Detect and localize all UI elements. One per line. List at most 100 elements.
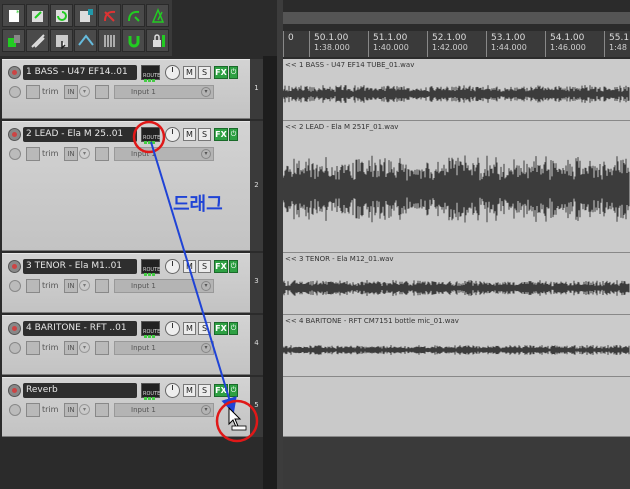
- play-icon[interactable]: [95, 279, 109, 293]
- volume-knob[interactable]: [165, 65, 180, 80]
- monitor-button[interactable]: [9, 404, 21, 416]
- track-name[interactable]: 2 LEAD - Ela M 25..01: [23, 127, 137, 142]
- timeline-ruler[interactable]: 0 50.1.00 1:38.000 51.1.00 1:40.000 52.1.0…: [283, 31, 630, 57]
- media-item[interactable]: << 3 TENOR - Ela M12_01.wav: [283, 253, 630, 314]
- solo-button[interactable]: S: [198, 260, 211, 273]
- grid-icon[interactable]: [50, 29, 73, 52]
- open-project-icon[interactable]: [26, 4, 49, 27]
- input-select[interactable]: Input 1 ▾: [114, 403, 214, 417]
- input-select[interactable]: Input 1 ▾: [114, 147, 214, 161]
- redo-icon[interactable]: [122, 4, 145, 27]
- fx-button[interactable]: FX: [214, 260, 228, 273]
- undo-icon[interactable]: [98, 4, 121, 27]
- media-item[interactable]: << 2 LEAD - Ela M 251F_01.wav: [283, 121, 630, 252]
- solo-button[interactable]: S: [198, 384, 211, 397]
- empty-arrange-area[interactable]: [283, 437, 630, 489]
- trim-label[interactable]: trim: [42, 342, 58, 354]
- envelope-icon[interactable]: [26, 403, 40, 417]
- mute-button[interactable]: M: [183, 260, 196, 273]
- track-name[interactable]: 3 TENOR - Ela M1..01: [23, 259, 137, 274]
- mute-button[interactable]: M: [183, 384, 196, 397]
- envelope-icon[interactable]: [26, 341, 40, 355]
- fx-bypass-icon[interactable]: ⏻: [229, 66, 238, 79]
- input-select[interactable]: Input 1 ▾: [114, 85, 214, 99]
- track-panel[interactable]: 2 LEAD - Ela M 25..01 ROUTE M S FX ⏻ tri…: [2, 121, 250, 251]
- route-button[interactable]: ROUTE: [141, 65, 160, 82]
- record-arm-button[interactable]: [8, 384, 21, 397]
- arrange-view[interactable]: 0 50.1.00 1:38.000 51.1.00 1:40.000 52.1.0…: [283, 0, 630, 489]
- solo-button[interactable]: S: [198, 128, 211, 141]
- input-mode-button[interactable]: IN: [64, 147, 78, 161]
- solo-button[interactable]: S: [198, 322, 211, 335]
- mute-button[interactable]: M: [183, 128, 196, 141]
- ripple-edit-icon[interactable]: [26, 29, 49, 52]
- track-name[interactable]: 1 BASS - U47 EF14..01: [23, 65, 137, 80]
- play-icon[interactable]: [95, 147, 109, 161]
- play-icon[interactable]: [95, 341, 109, 355]
- track-name[interactable]: Reverb: [23, 383, 137, 398]
- route-button[interactable]: ROUTE: [141, 321, 160, 338]
- metronome-icon[interactable]: [146, 4, 169, 27]
- trim-label[interactable]: trim: [42, 280, 58, 292]
- fx-bypass-icon[interactable]: ⏻: [229, 260, 238, 273]
- input-mode-button[interactable]: IN: [64, 403, 78, 417]
- chevron-down-icon[interactable]: ▾: [79, 404, 90, 415]
- monitor-button[interactable]: [9, 342, 21, 354]
- track-panel[interactable]: 1 BASS - U47 EF14..01 ROUTE M S FX ⏻ tri…: [2, 59, 250, 119]
- trim-label[interactable]: trim: [42, 404, 58, 416]
- fx-button[interactable]: FX: [214, 128, 228, 141]
- trim-label[interactable]: trim: [42, 86, 58, 98]
- chevron-down-icon[interactable]: ▾: [79, 86, 90, 97]
- fx-bypass-icon[interactable]: ⏻: [229, 128, 238, 141]
- save-project-icon[interactable]: [50, 4, 73, 27]
- fx-bypass-icon[interactable]: ⏻: [229, 322, 238, 335]
- monitor-button[interactable]: [9, 280, 21, 292]
- fx-bypass-icon[interactable]: ⏻: [229, 384, 238, 397]
- input-mode-button[interactable]: IN: [64, 85, 78, 99]
- record-arm-button[interactable]: [8, 128, 21, 141]
- fx-button[interactable]: FX: [214, 322, 228, 335]
- render-icon[interactable]: [2, 29, 25, 52]
- chevron-down-icon[interactable]: ▾: [79, 148, 90, 159]
- route-button[interactable]: ROUTE: [141, 259, 160, 276]
- record-arm-button[interactable]: [8, 66, 21, 79]
- volume-knob[interactable]: [165, 321, 180, 336]
- input-select[interactable]: Input 1 ▾: [114, 279, 214, 293]
- snap-icon[interactable]: [122, 29, 145, 52]
- fx-button[interactable]: FX: [214, 384, 228, 397]
- track-lane[interactable]: << 2 LEAD - Ela M 251F_01.wav: [283, 121, 630, 253]
- monitor-button[interactable]: [9, 148, 21, 160]
- route-button[interactable]: ROUTE: [141, 383, 160, 400]
- mute-button[interactable]: M: [183, 66, 196, 79]
- input-mode-button[interactable]: IN: [64, 279, 78, 293]
- chevron-down-icon[interactable]: ▾: [79, 280, 90, 291]
- play-icon[interactable]: [95, 403, 109, 417]
- mute-button[interactable]: M: [183, 322, 196, 335]
- track-lane[interactable]: [283, 377, 630, 437]
- envelope-icon[interactable]: [26, 279, 40, 293]
- chevron-down-icon[interactable]: ▾: [79, 342, 90, 353]
- auto-crossfade-icon[interactable]: [74, 29, 97, 52]
- volume-knob[interactable]: [165, 127, 180, 142]
- track-panel[interactable]: 3 TENOR - Ela M1..01 ROUTE M S FX ⏻ trim…: [2, 253, 250, 313]
- track-panel[interactable]: 4 BARITONE - RFT ..01 ROUTE M S FX ⏻ tri…: [2, 315, 250, 375]
- new-project-icon[interactable]: *: [2, 4, 25, 27]
- monitor-button[interactable]: [9, 86, 21, 98]
- project-settings-icon[interactable]: [74, 4, 97, 27]
- track-lane[interactable]: << 3 TENOR - Ela M12_01.wav: [283, 253, 630, 315]
- solo-button[interactable]: S: [198, 66, 211, 79]
- lock-icon[interactable]: [146, 29, 169, 52]
- track-panel[interactable]: Reverb ROUTE M S FX ⏻ trim IN ▾ Input 1 ▾: [2, 377, 250, 437]
- fx-button[interactable]: FX: [214, 66, 228, 79]
- volume-knob[interactable]: [165, 383, 180, 398]
- envelope-icon[interactable]: [98, 29, 121, 52]
- volume-knob[interactable]: [165, 259, 180, 274]
- track-splitter[interactable]: [263, 56, 277, 489]
- input-select[interactable]: Input 1 ▾: [114, 341, 214, 355]
- envelope-icon[interactable]: [26, 147, 40, 161]
- input-mode-button[interactable]: IN: [64, 341, 78, 355]
- trim-label[interactable]: trim: [42, 148, 58, 160]
- route-button[interactable]: ROUTE: [141, 127, 160, 144]
- record-arm-button[interactable]: [8, 322, 21, 335]
- track-lane[interactable]: << 1 BASS - U47 EF14 TUBE_01.wav: [283, 59, 630, 121]
